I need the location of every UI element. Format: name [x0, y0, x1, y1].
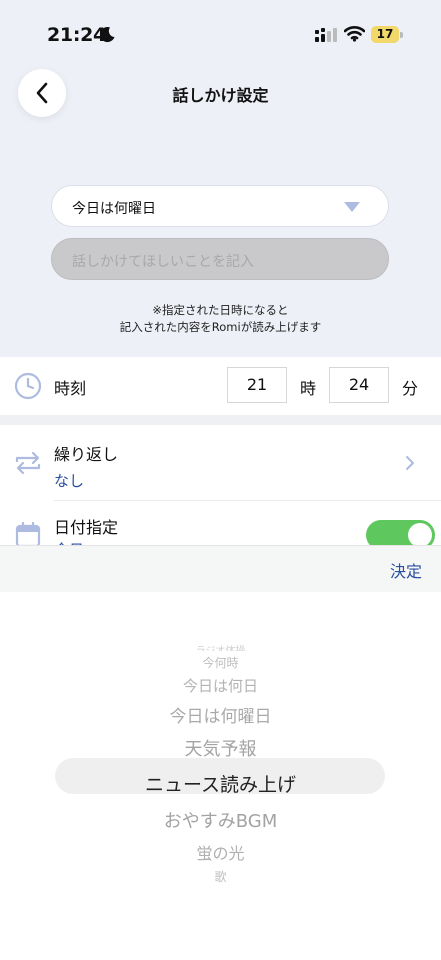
battery-level: 17	[376, 27, 394, 41]
toggle-knob	[408, 523, 432, 545]
picker-item[interactable]: 天気予報	[0, 735, 441, 761]
dropdown-arrow-icon	[344, 202, 360, 212]
picker-item[interactable]: おやすみBGM	[0, 807, 441, 833]
status-time: 21:24	[47, 24, 106, 46]
date-toggle[interactable]	[366, 520, 435, 545]
done-button[interactable]: 決定	[390, 558, 422, 582]
phrase-select[interactable]: 今日は何曜日	[51, 185, 389, 227]
repeat-label: 繰り返し	[54, 445, 119, 464]
picker-item[interactable]: 蛍の光	[0, 840, 441, 864]
battery-icon: 17	[371, 26, 399, 43]
date-label: 日付指定	[54, 518, 119, 537]
custom-phrase-placeholder: 話しかけてほしいことを記入	[72, 254, 254, 270]
picker-item[interactable]: 今日は何曜日	[0, 702, 441, 727]
picker-item[interactable]: 歌	[0, 868, 441, 885]
calendar-icon	[15, 521, 41, 545]
wifi-icon	[344, 26, 365, 42]
custom-phrase-input[interactable]: 話しかけてほしいことを記入	[51, 238, 389, 280]
clock-icon	[14, 372, 42, 400]
picker-toolbar: 決定	[0, 545, 441, 593]
repeat-icon	[15, 451, 41, 475]
section-separator	[0, 415, 441, 425]
phrase-select-value: 今日は何曜日	[72, 201, 156, 217]
repeat-row[interactable]: 繰り返し なし	[0, 425, 441, 501]
picker-item[interactable]: ラジオ体操	[0, 642, 441, 651]
moon-icon	[99, 27, 115, 43]
phrase-picker[interactable]: ラジオ体操 今何時 今日は何日 今日は何曜日 天気予報 ニュース読み上げ おやす…	[0, 592, 441, 960]
minute-unit: 分	[402, 379, 419, 398]
picker-item-selected[interactable]: ニュース読み上げ	[0, 770, 441, 797]
picker-item[interactable]: 今何時	[0, 654, 441, 671]
date-row[interactable]: 日付指定 今日	[0, 501, 441, 545]
picker-item[interactable]: 今日は何日	[0, 675, 441, 696]
hour-unit: 時	[300, 379, 317, 398]
repeat-value: なし	[54, 472, 85, 490]
hour-input[interactable]: 21	[227, 367, 287, 403]
time-label: 時刻	[54, 379, 87, 398]
chevron-right-icon	[406, 456, 414, 470]
instruction-note: ※指定された日時になると 記入された内容をRomiが読み上げます	[0, 302, 441, 336]
note-line-2: 記入された内容をRomiが読み上げます	[119, 320, 322, 334]
time-row: 時刻 21 時 24 分	[0, 357, 441, 415]
minute-input[interactable]: 24	[329, 367, 389, 403]
page-title: 話しかけ設定	[172, 86, 269, 105]
status-bar: 21:24 17	[0, 0, 441, 70]
note-line-1: ※指定された日時になると	[152, 303, 289, 317]
battery-tip	[400, 32, 403, 38]
cellular-signal-icon	[315, 28, 337, 42]
